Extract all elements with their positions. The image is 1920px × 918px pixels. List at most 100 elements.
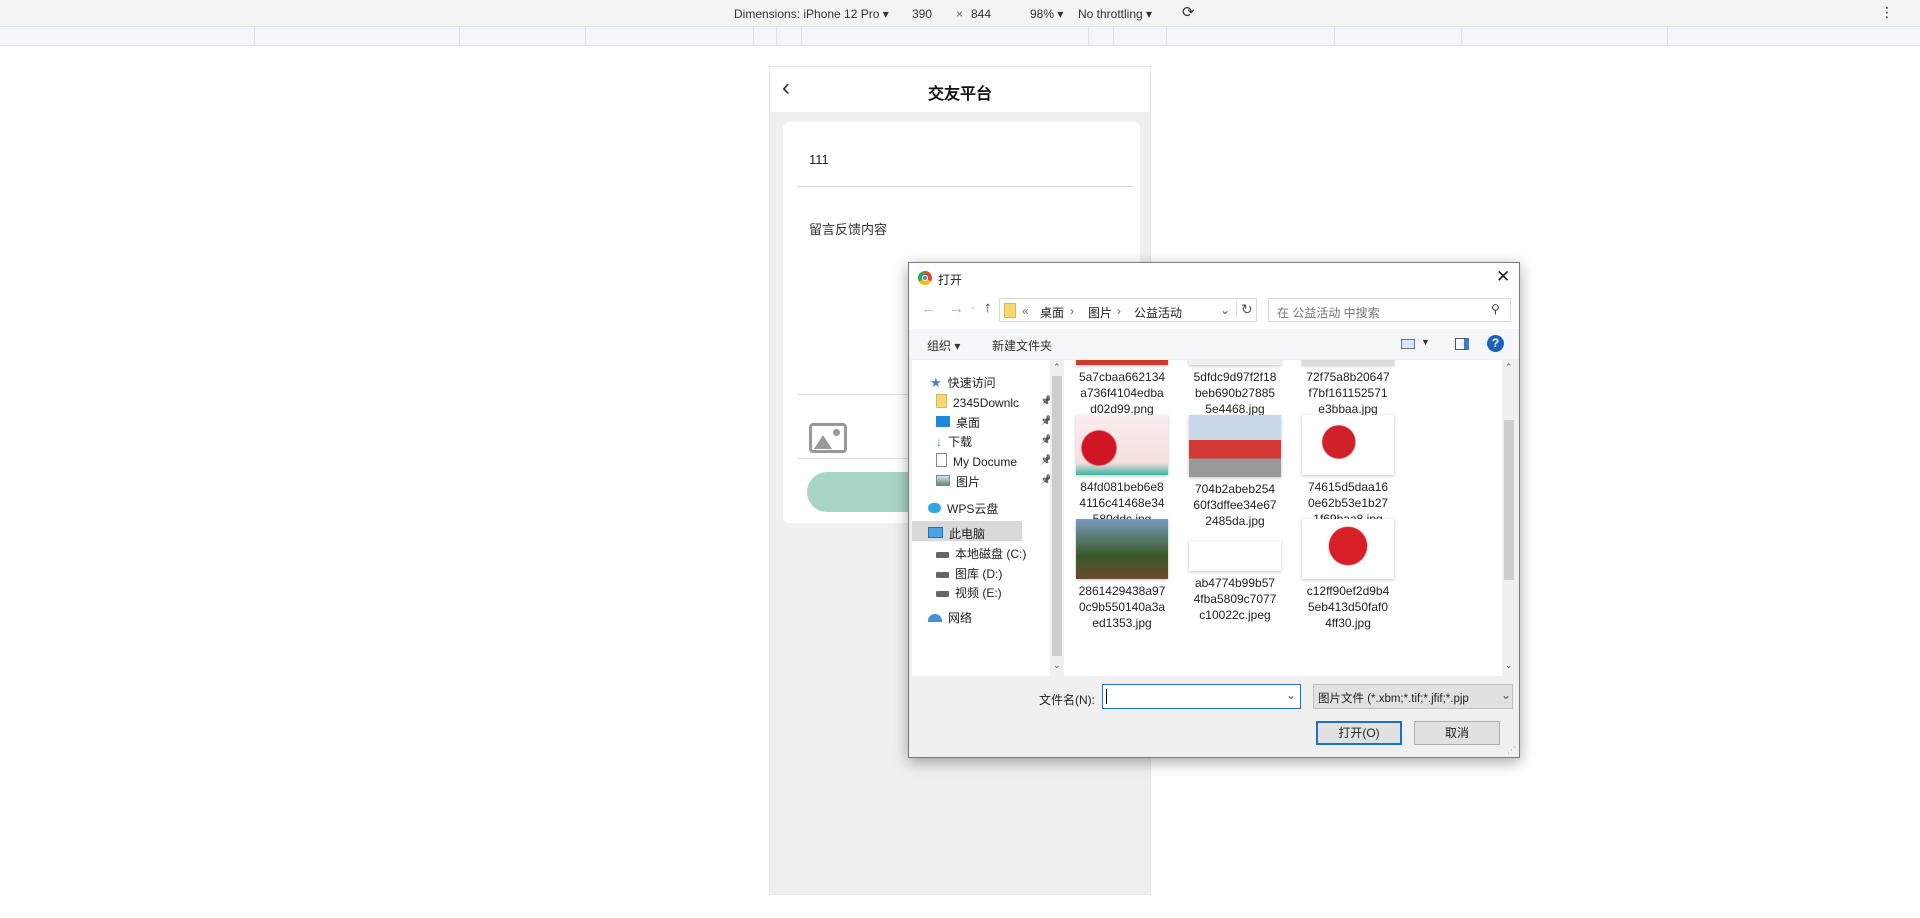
file-item[interactable]: 84fd081beb6e84116c41468e34580ddc.jpg — [1067, 415, 1182, 527]
times-label: × — [956, 7, 964, 21]
nav-item-label: WPS云盘 — [947, 502, 999, 516]
chevron-down-icon[interactable]: ⌄ — [1286, 688, 1296, 702]
file-item[interactable]: c12ff90ef2d9b4 5eb413d50faf0 4ff30.jpg — [1288, 519, 1408, 631]
nav-item[interactable]: 此电脑 — [928, 525, 985, 542]
nav-item[interactable]: 桌面 — [936, 414, 980, 431]
nav-item-label: 图库 (D:) — [955, 567, 1003, 581]
refresh-icon[interactable]: ↻ — [1236, 301, 1253, 318]
file-scrollbar[interactable]: ⌃ ⌄ — [1502, 360, 1516, 676]
view-dropdown-icon[interactable]: ▼ — [1421, 337, 1430, 347]
breadcrumb-item[interactable]: 桌面 — [1040, 304, 1064, 321]
pin-icon[interactable]: 📌 — [1040, 475, 1050, 486]
height-input[interactable]: 844 — [971, 7, 991, 21]
file-name-line: 84fd081beb6e8 — [1080, 480, 1164, 494]
address-row: ← → ⌄ ↑ « 桌面 › 图片 › 公益活动 ⌄ ↻ 在 公益活动 中搜索 … — [909, 293, 1519, 329]
nav-item[interactable]: 本地磁盘 (C:) — [936, 545, 1026, 562]
nav-scrollbar[interactable]: ⌃ ⌄ — [1050, 360, 1064, 676]
nav-item-label: 快速访问 — [947, 376, 996, 390]
nav-item[interactable]: My Docume — [936, 453, 1017, 470]
view-options-icon[interactable] — [1401, 339, 1415, 349]
organize-button[interactable]: 组织 ▾ — [927, 337, 960, 354]
file-name-line: ab4774b99b57 — [1194, 576, 1276, 590]
file-name-line: 74615d5daa16 — [1307, 480, 1389, 494]
content-textarea[interactable]: 留言反馈内容 — [809, 219, 887, 238]
forward-arrow-icon[interactable]: → — [949, 300, 964, 317]
file-thumbnail — [1076, 360, 1168, 365]
devtools-toolbar: Dimensions: iPhone 12 Pro ▾ 390 × 844 98… — [0, 0, 1920, 27]
file-name-line: a736f4104edba — [1080, 386, 1164, 400]
cancel-button[interactable]: 取消 — [1414, 721, 1500, 745]
pin-icon[interactable]: 📌 — [1040, 455, 1050, 466]
new-folder-button[interactable]: 新建文件夹 — [992, 337, 1052, 354]
filetype-value: 图片文件 (*.xbm;*.tif;*.jfif;*.pjp — [1318, 693, 1469, 705]
filetype-select[interactable]: 图片文件 (*.xbm;*.tif;*.jfif;*.pjp ⌄ — [1313, 684, 1513, 709]
nav-item-label: 网络 — [948, 611, 973, 625]
up-arrow-icon[interactable]: ↑ — [984, 299, 992, 316]
computer-icon — [928, 526, 943, 541]
pin-icon[interactable]: 📌 — [1040, 396, 1050, 407]
chevron-down-icon[interactable]: ⌄ — [1220, 303, 1230, 317]
width-input[interactable]: 390 — [912, 7, 932, 21]
pin-icon[interactable]: 📌 — [1040, 416, 1050, 427]
chevron-down-icon: ⌄ — [1499, 688, 1512, 702]
star-icon: ★ — [930, 374, 942, 390]
zoom-select[interactable]: 98% ▾ — [1030, 7, 1063, 21]
search-placeholder: 在 公益活动 中搜索 — [1277, 306, 1380, 320]
folder-icon — [1004, 303, 1016, 318]
pin-icon[interactable]: 📌 — [1040, 435, 1050, 446]
network-icon — [928, 611, 942, 625]
breadcrumb[interactable]: « 桌面 › 图片 › 公益活动 ⌄ ↻ — [999, 298, 1257, 322]
file-name-line: f7bf161152571 — [1308, 386, 1388, 400]
more-vert-icon[interactable]: ⋮ — [1880, 4, 1894, 21]
rotate-icon[interactable]: ⟳ — [1182, 3, 1195, 21]
page-header: ‹ 交友平台 — [770, 67, 1150, 112]
file-thumbnail — [1302, 415, 1394, 475]
nav-item-label: 2345Downlc — [953, 395, 1020, 410]
file-name-line: 2861429438a97 — [1078, 584, 1166, 598]
breadcrumb-sep: › — [1117, 304, 1121, 318]
nav-item[interactable]: ↓ 下载 — [936, 433, 972, 450]
file-name-line: ed1353.jpg — [1092, 616, 1152, 630]
device-select[interactable]: Dimensions: iPhone 12 Pro ▾ — [734, 7, 889, 21]
file-item[interactable]: 72f75a8b20647 f7bf161152571 e3bbaa.jpg — [1288, 360, 1408, 417]
breadcrumb-item[interactable]: 图片 — [1088, 304, 1112, 321]
search-input[interactable]: 在 公益活动 中搜索 ⚲ — [1268, 298, 1511, 322]
file-open-dialog: 打开 ✕ ← → ⌄ ↑ « 桌面 › 图片 › 公益活动 ⌄ ↻ 在 公益活动… — [908, 262, 1520, 758]
title-input[interactable]: 111 — [809, 152, 829, 167]
nav-item[interactable]: 图片 — [936, 473, 980, 490]
file-item[interactable]: 2861429438a97 0c9b550140a3a ed1353.jpg — [1067, 519, 1182, 631]
breadcrumb-overflow[interactable]: « — [1022, 304, 1029, 318]
nav-item[interactable]: 视频 (E:) — [936, 584, 1002, 601]
nav-item[interactable]: 2345Downlc — [936, 394, 1019, 411]
file-item[interactable]: 5a7cbaa662134 a736f4104edba d02d99.png — [1067, 360, 1182, 417]
nav-item[interactable]: 图库 (D:) — [936, 565, 1002, 582]
breadcrumb-item[interactable]: 公益活动 — [1134, 304, 1182, 321]
preview-pane-icon[interactable] — [1455, 338, 1469, 350]
file-name-line: 4fba5809c7077 — [1193, 592, 1277, 606]
recent-dropdown-icon[interactable]: ⌄ — [969, 301, 977, 312]
drive-icon — [936, 586, 949, 600]
media-query-bar — [0, 27, 1920, 46]
file-list: 5a7cbaa662134 a736f4104edba d02d99.png 5dfd… — [1067, 360, 1497, 676]
nav-item[interactable]: 网络 — [928, 609, 972, 626]
filename-input[interactable]: ⌄ — [1102, 684, 1301, 709]
document-icon — [936, 453, 947, 470]
back-arrow-icon[interactable]: ← — [921, 300, 936, 317]
file-thumbnail — [1076, 415, 1168, 475]
file-name-line: 5dfdc9d97f2f18 — [1193, 370, 1277, 384]
folder-icon — [936, 394, 947, 411]
help-icon[interactable]: ? — [1487, 335, 1504, 352]
file-item[interactable]: ab4774b99b57 4fba5809c7077 c10022c.jpeg — [1175, 519, 1295, 623]
filename-label: 文件名(N): — [1039, 693, 1095, 707]
file-item[interactable]: 5dfdc9d97f2f18 beb690b27885 5e4468.jpg — [1175, 360, 1295, 417]
open-button[interactable]: 打开(O) — [1316, 721, 1402, 745]
nav-item[interactable]: WPS云盘 — [928, 500, 998, 517]
file-item[interactable]: 74615d5daa160e62b53e1b271f69baa8.jpg — [1288, 415, 1408, 527]
nav-item[interactable]: ★ 快速访问 — [930, 374, 996, 391]
nav-item-label: 此电脑 — [949, 527, 986, 541]
file-item[interactable]: 704b2abeb254 60f3dffee34e67 2485da.jpg — [1175, 415, 1295, 529]
image-upload-icon[interactable] — [809, 423, 847, 453]
resize-grip-icon[interactable]: ⋰ — [1507, 745, 1516, 756]
throttling-select[interactable]: No throttling ▾ — [1078, 7, 1152, 21]
close-icon[interactable]: ✕ — [1496, 267, 1510, 287]
